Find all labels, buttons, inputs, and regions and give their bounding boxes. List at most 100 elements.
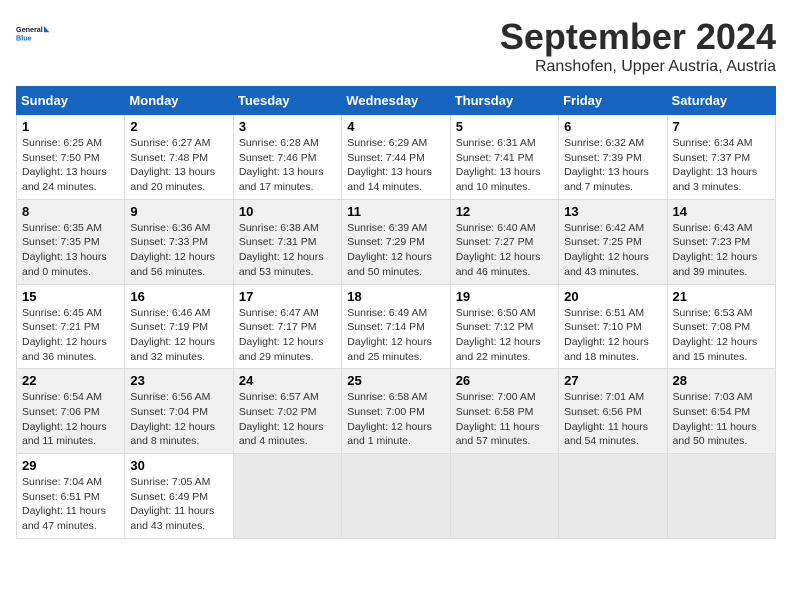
day-number: 28 xyxy=(673,373,770,388)
day-number: 19 xyxy=(456,289,553,304)
day-number: 23 xyxy=(130,373,227,388)
calendar-cell: 17 Sunrise: 6:47 AMSunset: 7:17 PMDayligh… xyxy=(233,284,341,369)
calendar-cell: 18 Sunrise: 6:49 AMSunset: 7:14 PMDayligh… xyxy=(342,284,450,369)
day-number: 18 xyxy=(347,289,444,304)
day-number: 24 xyxy=(239,373,336,388)
day-detail: Sunrise: 6:38 AMSunset: 7:31 PMDaylight:… xyxy=(239,221,336,280)
day-number: 14 xyxy=(673,204,770,219)
calendar-cell xyxy=(233,454,341,539)
calendar-week-2: 8Sunrise: 6:35 AMSunset: 7:35 PMDaylight… xyxy=(17,199,776,284)
day-detail: Sunrise: 6:40 AMSunset: 7:27 PMDaylight:… xyxy=(456,221,553,280)
day-detail: Sunrise: 7:04 AMSunset: 6:51 PMDaylight:… xyxy=(22,475,119,534)
calendar-table: SundayMondayTuesdayWednesdayThursdayFrid… xyxy=(16,86,776,539)
calendar-cell: 22 Sunrise: 6:54 AMSunset: 7:06 PMDayligh… xyxy=(17,369,125,454)
day-number: 6 xyxy=(564,119,661,134)
calendar-cell: 2 Sunrise: 6:27 AMSunset: 7:48 PMDaylight… xyxy=(125,115,233,200)
calendar-cell: 3 Sunrise: 6:28 AMSunset: 7:46 PMDaylight… xyxy=(233,115,341,200)
calendar-cell: 10Sunrise: 6:38 AMSunset: 7:31 PMDayligh… xyxy=(233,199,341,284)
calendar-cell: 6 Sunrise: 6:32 AMSunset: 7:39 PMDaylight… xyxy=(559,115,667,200)
day-number: 16 xyxy=(130,289,227,304)
day-number: 11 xyxy=(347,204,444,219)
day-detail: Sunrise: 6:27 AMSunset: 7:48 PMDaylight:… xyxy=(130,136,227,195)
calendar-week-5: 29 Sunrise: 7:04 AMSunset: 6:51 PMDayligh… xyxy=(17,454,776,539)
weekday-header-friday: Friday xyxy=(559,87,667,115)
day-detail: Sunrise: 6:47 AMSunset: 7:17 PMDaylight:… xyxy=(239,306,336,365)
day-number: 2 xyxy=(130,119,227,134)
calendar-cell: 9 Sunrise: 6:36 AMSunset: 7:33 PMDaylight… xyxy=(125,199,233,284)
day-number: 12 xyxy=(456,204,553,219)
day-detail: Sunrise: 6:32 AMSunset: 7:39 PMDaylight:… xyxy=(564,136,661,195)
day-number: 9 xyxy=(130,204,227,219)
day-detail: Sunrise: 6:46 AMSunset: 7:19 PMDaylight:… xyxy=(130,306,227,365)
day-number: 20 xyxy=(564,289,661,304)
day-number: 1 xyxy=(22,119,119,134)
day-detail: Sunrise: 6:36 AMSunset: 7:33 PMDaylight:… xyxy=(130,221,227,280)
calendar-cell: 7Sunrise: 6:34 AMSunset: 7:37 PMDaylight… xyxy=(667,115,775,200)
calendar-cell: 28 Sunrise: 7:03 AMSunset: 6:54 PMDayligh… xyxy=(667,369,775,454)
day-number: 26 xyxy=(456,373,553,388)
location: Ranshofen, Upper Austria, Austria xyxy=(500,58,776,76)
calendar-cell: 13 Sunrise: 6:42 AMSunset: 7:25 PMDayligh… xyxy=(559,199,667,284)
day-number: 13 xyxy=(564,204,661,219)
calendar-cell: 15 Sunrise: 6:45 AMSunset: 7:21 PMDayligh… xyxy=(17,284,125,369)
svg-text:Blue: Blue xyxy=(16,33,32,42)
calendar-cell: 21Sunrise: 6:53 AMSunset: 7:08 PMDayligh… xyxy=(667,284,775,369)
calendar-cell: 30 Sunrise: 7:05 AMSunset: 6:49 PMDayligh… xyxy=(125,454,233,539)
weekday-header-saturday: Saturday xyxy=(667,87,775,115)
day-detail: Sunrise: 6:29 AMSunset: 7:44 PMDaylight:… xyxy=(347,136,444,195)
day-detail: Sunrise: 7:03 AMSunset: 6:54 PMDaylight:… xyxy=(673,390,770,449)
calendar-cell: 19Sunrise: 6:50 AMSunset: 7:12 PMDayligh… xyxy=(450,284,558,369)
day-detail: Sunrise: 6:34 AMSunset: 7:37 PMDaylight:… xyxy=(673,136,770,195)
calendar-cell: 16 Sunrise: 6:46 AMSunset: 7:19 PMDayligh… xyxy=(125,284,233,369)
day-number: 8 xyxy=(22,204,119,219)
calendar-week-4: 22 Sunrise: 6:54 AMSunset: 7:06 PMDayligh… xyxy=(17,369,776,454)
weekday-header-thursday: Thursday xyxy=(450,87,558,115)
day-number: 22 xyxy=(22,373,119,388)
day-detail: Sunrise: 6:58 AMSunset: 7:00 PMDaylight:… xyxy=(347,390,444,449)
day-number: 21 xyxy=(673,289,770,304)
calendar-cell: 26 Sunrise: 7:00 AMSunset: 6:58 PMDayligh… xyxy=(450,369,558,454)
calendar-cell xyxy=(342,454,450,539)
title-area: September 2024 Ranshofen, Upper Austria,… xyxy=(500,16,776,76)
logo: GeneralBlue xyxy=(16,16,52,52)
calendar-cell: 12 Sunrise: 6:40 AMSunset: 7:27 PMDayligh… xyxy=(450,199,558,284)
day-detail: Sunrise: 6:49 AMSunset: 7:14 PMDaylight:… xyxy=(347,306,444,365)
day-detail: Sunrise: 6:45 AMSunset: 7:21 PMDaylight:… xyxy=(22,306,119,365)
day-number: 3 xyxy=(239,119,336,134)
day-detail: Sunrise: 7:00 AMSunset: 6:58 PMDaylight:… xyxy=(456,390,553,449)
logo-icon: GeneralBlue xyxy=(16,16,52,52)
calendar-cell: 24 Sunrise: 6:57 AMSunset: 7:02 PMDayligh… xyxy=(233,369,341,454)
page-header: GeneralBlue September 2024 Ranshofen, Up… xyxy=(16,16,776,76)
day-detail: Sunrise: 6:31 AMSunset: 7:41 PMDaylight:… xyxy=(456,136,553,195)
day-number: 29 xyxy=(22,458,119,473)
calendar-week-3: 15 Sunrise: 6:45 AMSunset: 7:21 PMDayligh… xyxy=(17,284,776,369)
day-number: 25 xyxy=(347,373,444,388)
day-detail: Sunrise: 6:54 AMSunset: 7:06 PMDaylight:… xyxy=(22,390,119,449)
calendar-cell: 23Sunrise: 6:56 AMSunset: 7:04 PMDayligh… xyxy=(125,369,233,454)
calendar-cell: 25 Sunrise: 6:58 AMSunset: 7:00 PMDayligh… xyxy=(342,369,450,454)
calendar-cell: 4Sunrise: 6:29 AMSunset: 7:44 PMDaylight… xyxy=(342,115,450,200)
day-detail: Sunrise: 6:42 AMSunset: 7:25 PMDaylight:… xyxy=(564,221,661,280)
day-number: 15 xyxy=(22,289,119,304)
calendar-cell xyxy=(559,454,667,539)
calendar-cell: 29 Sunrise: 7:04 AMSunset: 6:51 PMDayligh… xyxy=(17,454,125,539)
calendar-cell: 1 Sunrise: 6:25 AMSunset: 7:50 PMDaylight… xyxy=(17,115,125,200)
day-detail: Sunrise: 6:51 AMSunset: 7:10 PMDaylight:… xyxy=(564,306,661,365)
day-detail: Sunrise: 6:28 AMSunset: 7:46 PMDaylight:… xyxy=(239,136,336,195)
day-number: 30 xyxy=(130,458,227,473)
day-number: 5 xyxy=(456,119,553,134)
calendar-cell: 11Sunrise: 6:39 AMSunset: 7:29 PMDayligh… xyxy=(342,199,450,284)
day-detail: Sunrise: 7:05 AMSunset: 6:49 PMDaylight:… xyxy=(130,475,227,534)
weekday-header-row: SundayMondayTuesdayWednesdayThursdayFrid… xyxy=(17,87,776,115)
weekday-header-monday: Monday xyxy=(125,87,233,115)
day-detail: Sunrise: 6:43 AMSunset: 7:23 PMDaylight:… xyxy=(673,221,770,280)
calendar-cell: 5 Sunrise: 6:31 AMSunset: 7:41 PMDaylight… xyxy=(450,115,558,200)
day-detail: Sunrise: 7:01 AMSunset: 6:56 PMDaylight:… xyxy=(564,390,661,449)
day-detail: Sunrise: 6:57 AMSunset: 7:02 PMDaylight:… xyxy=(239,390,336,449)
calendar-cell xyxy=(667,454,775,539)
weekday-header-wednesday: Wednesday xyxy=(342,87,450,115)
calendar-cell: 8Sunrise: 6:35 AMSunset: 7:35 PMDaylight… xyxy=(17,199,125,284)
day-number: 17 xyxy=(239,289,336,304)
day-detail: Sunrise: 6:25 AMSunset: 7:50 PMDaylight:… xyxy=(22,136,119,195)
calendar-cell: 27Sunrise: 7:01 AMSunset: 6:56 PMDayligh… xyxy=(559,369,667,454)
